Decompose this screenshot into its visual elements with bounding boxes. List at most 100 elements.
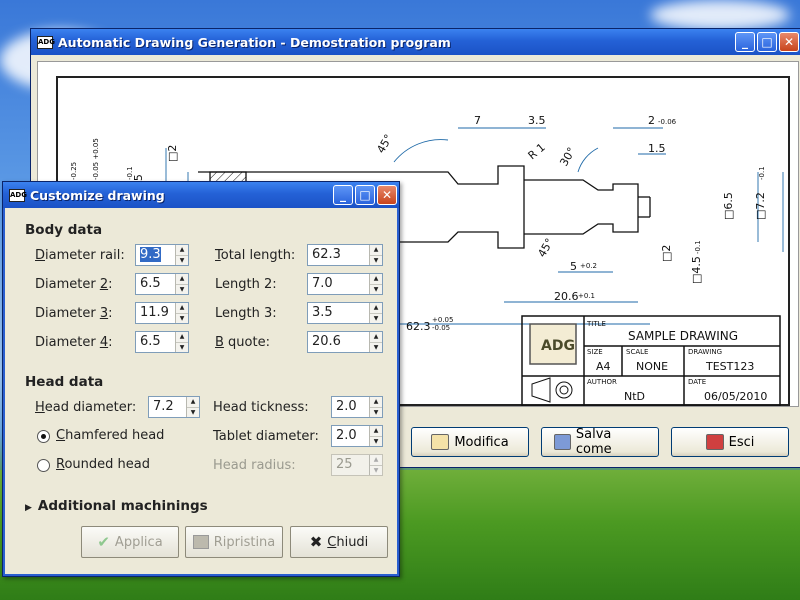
tablet-diameter-spin[interactable]: 2.0 ▲ ▼ (331, 425, 383, 447)
dim-left-1-tol: -0.25 (70, 162, 78, 180)
main-titlebar[interactable]: ADG Automatic Drawing Generation - Demos… (31, 29, 800, 55)
save-as-button[interactable]: Salva come (541, 427, 659, 457)
tb-drawing-value: TEST123 (705, 360, 754, 373)
head-tickness-value[interactable]: 2.0 (332, 397, 369, 417)
dim-2-tol: -0.06 (658, 118, 677, 126)
dim-5-tol: +0.2 (580, 262, 597, 270)
head-radius-label: Head radius: (213, 458, 296, 473)
total-length-value[interactable]: 62.3 (308, 245, 369, 265)
projection-symbol-icon (531, 377, 573, 403)
length-2-label: Length 2: (215, 277, 277, 292)
additional-machinings-expander[interactable]: ▶ Additional machinings (25, 498, 208, 514)
cloud (650, 0, 790, 30)
tb-title-value: SAMPLE DRAWING (628, 329, 738, 343)
x-icon: ✖ (309, 533, 323, 551)
head-diameter-spin[interactable]: 7.2 ▲ ▼ (148, 396, 200, 418)
modify-button[interactable]: Modifica (411, 427, 529, 457)
spin-down-icon[interactable]: ▼ (370, 284, 382, 295)
head-data-heading: Head data (25, 374, 104, 390)
chamfered-radio[interactable] (37, 430, 50, 443)
spin-down-icon[interactable]: ▼ (187, 407, 199, 418)
length-3-spin[interactable]: 3.5 ▲ ▼ (307, 302, 383, 324)
spin-down-icon[interactable]: ▼ (370, 255, 382, 266)
tb-title-label: TITLE (586, 320, 606, 328)
tb-scale-label: SCALE (626, 348, 648, 356)
length-2-value[interactable]: 7.0 (308, 274, 369, 294)
spin-up-icon[interactable]: ▲ (370, 426, 382, 436)
apply-button[interactable]: ✔ Applica (81, 526, 179, 558)
diameter-rail-label: Diameter rail: (35, 248, 125, 263)
apply-label: Applica (114, 534, 163, 550)
maximize-button[interactable]: □ (757, 32, 777, 52)
spin-down-icon: ▼ (370, 465, 382, 476)
dialog-titlebar[interactable]: ADG Customize drawing _ □ ✕ (3, 182, 399, 208)
dialog-body: Body data Diameter rail: 9.3 ▲ ▼ Diameter … (3, 208, 399, 576)
spin-up-icon[interactable]: ▲ (370, 397, 382, 407)
head-outline (524, 179, 639, 235)
app-icon: ADG (37, 35, 55, 49)
chamfered-label[interactable]: Chamfered head (56, 428, 164, 443)
spin-up-icon[interactable]: ▲ (176, 303, 188, 313)
spin-up-icon[interactable]: ▲ (370, 303, 382, 313)
exit-label: Esci (728, 434, 755, 450)
dialog-close-button[interactable]: ✕ (377, 185, 397, 205)
spin-up-icon[interactable]: ▲ (176, 274, 188, 284)
diameter-rail-spin[interactable]: 9.3 ▲ ▼ (135, 244, 189, 266)
spin-up-icon[interactable]: ▲ (176, 332, 188, 342)
diameter-2-spin[interactable]: 6.5 ▲ ▼ (135, 273, 189, 295)
diameter-3-spin[interactable]: 11.9 ▲ ▼ (135, 302, 189, 324)
diameter-4-spin[interactable]: 6.5 ▲ ▼ (135, 331, 189, 353)
diameter-3-value[interactable]: 11.9 (136, 303, 175, 323)
spin-down-icon[interactable]: ▼ (176, 284, 188, 295)
dim-sq2-top: □2 (166, 145, 179, 162)
window-title: Automatic Drawing Generation - Demostrat… (58, 34, 451, 50)
dim-7: 7 (474, 114, 481, 127)
spin-up-icon[interactable]: ▲ (370, 274, 382, 284)
dialog-maximize-button[interactable]: □ (355, 185, 375, 205)
spin-down-icon[interactable]: ▼ (370, 313, 382, 324)
dim-left-2-tol: -0.05 +0.05 (92, 138, 100, 180)
close-button[interactable]: ✕ (779, 32, 799, 52)
head-radius-value: 25 (336, 457, 353, 472)
dialog-title: Customize drawing (30, 187, 165, 203)
tb-author-value: NtD (624, 390, 645, 403)
save-icon (554, 434, 571, 450)
minimize-button[interactable]: _ (735, 32, 755, 52)
spin-down-icon[interactable]: ▼ (370, 436, 382, 447)
spin-up-icon[interactable]: ▲ (370, 245, 382, 255)
rounded-label[interactable]: Rounded head (56, 457, 150, 472)
head-radius-spin: 25 ▲ ▼ (331, 454, 383, 476)
head-diameter-label: Head diameter: (35, 400, 137, 415)
reset-button[interactable]: Ripristina (185, 526, 283, 558)
rounded-radio[interactable] (37, 459, 50, 472)
spin-up-icon[interactable]: ▲ (176, 245, 188, 255)
spin-down-icon[interactable]: ▼ (176, 255, 188, 266)
tb-drawing-label: DRAWING (688, 348, 722, 356)
dim-2: 2 (648, 114, 655, 127)
length-3-value[interactable]: 3.5 (308, 303, 369, 323)
spin-down-icon[interactable]: ▼ (176, 342, 188, 353)
length-2-spin[interactable]: 7.0 ▲ ▼ (307, 273, 383, 295)
spin-up-icon[interactable]: ▲ (370, 332, 382, 342)
b-quote-spin[interactable]: 20.6 ▲ ▼ (307, 331, 383, 353)
b-quote-value[interactable]: 20.6 (308, 332, 369, 352)
dialog-minimize-button[interactable]: _ (333, 185, 353, 205)
diameter-rail-value[interactable]: 9.3 (140, 247, 161, 262)
tb-size-label: SIZE (587, 348, 603, 356)
exit-button[interactable]: Esci (671, 427, 789, 457)
spin-down-icon[interactable]: ▼ (370, 407, 382, 418)
dim-left-3-tol: -0.1 (126, 166, 134, 180)
head-tickness-spin[interactable]: 2.0 ▲ ▼ (331, 396, 383, 418)
head-diameter-value[interactable]: 7.2 (149, 397, 186, 417)
head-tickness-label: Head tickness: (213, 400, 309, 415)
spin-up-icon[interactable]: ▲ (187, 397, 199, 407)
diameter-2-value[interactable]: 6.5 (136, 274, 175, 294)
close-dialog-button[interactable]: ✖ Chiudi (290, 526, 388, 558)
total-length-spin[interactable]: 62.3 ▲ ▼ (307, 244, 383, 266)
spin-down-icon[interactable]: ▼ (370, 342, 382, 353)
tablet-diameter-value[interactable]: 2.0 (332, 426, 369, 446)
customize-dialog: ADG Customize drawing _ □ ✕ Body data Di… (2, 181, 400, 577)
spin-down-icon[interactable]: ▼ (176, 313, 188, 324)
reset-icon (192, 535, 209, 549)
diameter-4-value[interactable]: 6.5 (136, 332, 175, 352)
